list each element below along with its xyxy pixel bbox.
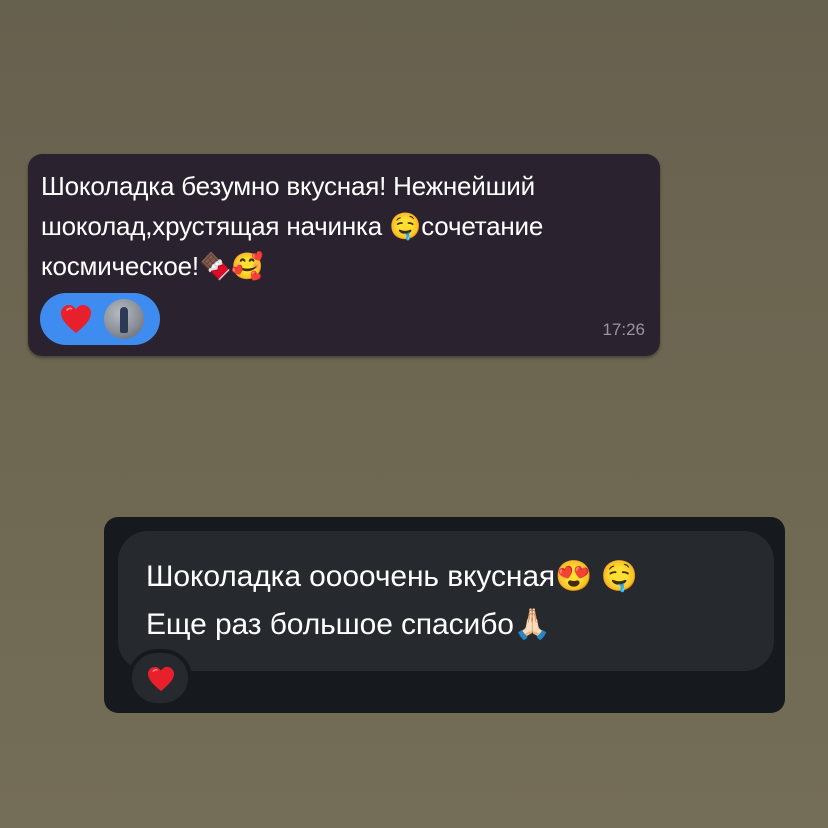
message-time: 17:26 xyxy=(602,320,645,339)
message-text-line: шоколад,хрустящая начинка 🤤сочетание xyxy=(41,211,544,241)
avatar-figure xyxy=(120,307,128,333)
message-bubble-2[interactable]: Шоколадка оооочень вкусная😍 🤤 Еще раз бо… xyxy=(118,531,774,671)
message-text-line: Еще раз большое спасибо🙏🏻 xyxy=(146,608,552,641)
message-text-2: Шоколадка оооочень вкусная😍 🤤 Еще раз бо… xyxy=(146,553,766,649)
message-text-line: космическое!🍫🥰 xyxy=(41,251,264,281)
avatar[interactable] xyxy=(104,299,144,339)
reaction-chip-heart[interactable] xyxy=(128,649,192,707)
reaction-pill-heart[interactable] xyxy=(40,293,160,345)
message-card-2: Шоколадка оооочень вкусная😍 🤤 Еще раз бо… xyxy=(104,517,785,713)
message-text-line: Шоколадка оооочень вкусная😍 🤤 xyxy=(146,560,638,593)
message-bubble-1[interactable]: Шоколадка безумно вкусная! Нежнейший шок… xyxy=(28,154,660,356)
heart-icon xyxy=(61,305,91,333)
heart-icon xyxy=(148,666,174,692)
message-text-1: Шоколадка безумно вкусная! Нежнейший шок… xyxy=(41,166,641,286)
message-text-line: Шоколадка безумно вкусная! Нежнейший xyxy=(41,171,535,201)
